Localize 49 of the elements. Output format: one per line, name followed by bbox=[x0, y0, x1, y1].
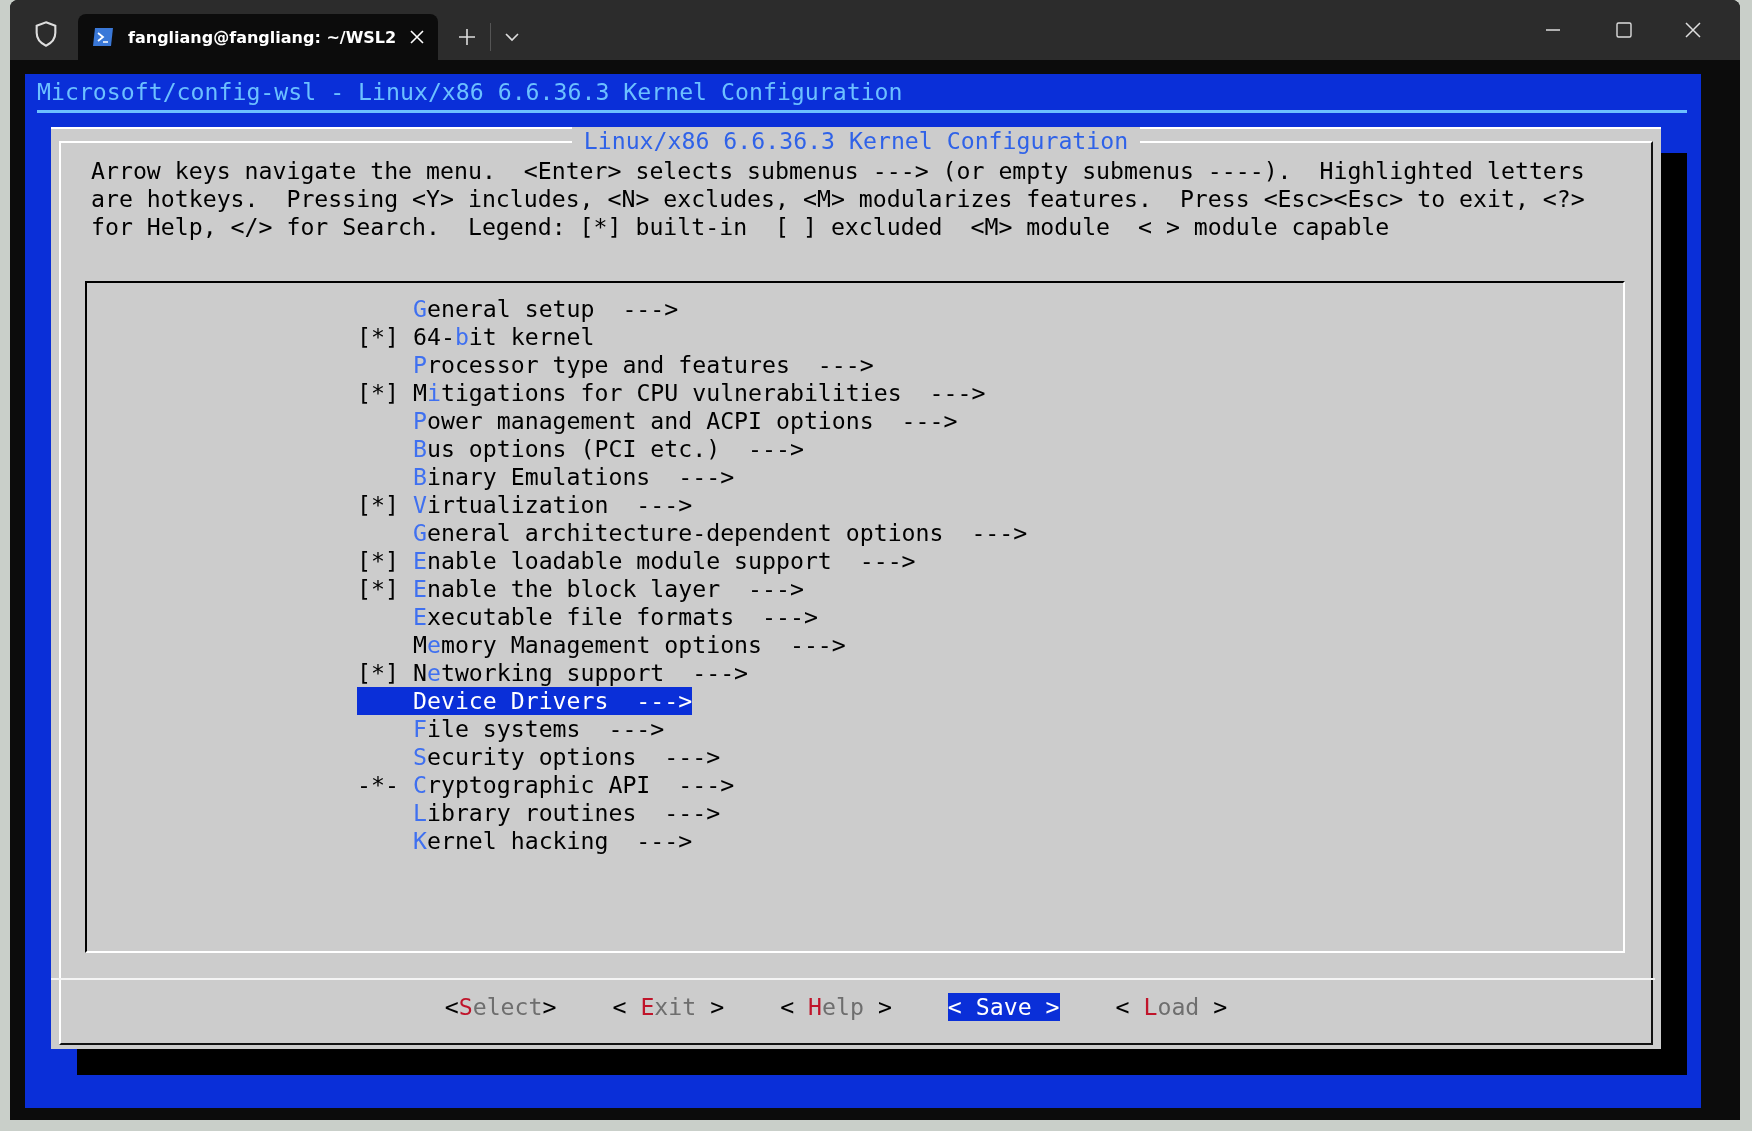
menu-item-label: General setup ---> bbox=[413, 295, 679, 323]
option-marker: [*] bbox=[357, 323, 399, 350]
menu-item-label: File systems ---> bbox=[413, 715, 665, 743]
chevron-down-icon[interactable] bbox=[505, 32, 520, 42]
menu-item-label: Networking support ---> bbox=[413, 659, 749, 687]
menu-item-label: Library routines ---> bbox=[413, 799, 721, 827]
menu-item[interactable]: [*] Virtualization ---> bbox=[357, 491, 693, 519]
plus-icon[interactable] bbox=[458, 28, 477, 46]
menu-item[interactable]: -*- C ryptographic API ---> bbox=[357, 771, 735, 799]
menu-item[interactable]: [*] Mitigations for CPU vulnerabilities ---> bbox=[357, 379, 986, 407]
help-text: Arrow keys navigate the menu. <Enter> selects submenus ---> (or empty submenus ----). Highlighted letters bbox=[91, 157, 1585, 185]
help-text: are hotkeys. Pressing <Y> includes, <N> excludes, <M> modularizes features. Press <Esc><Esc> to exit, <?> bbox=[91, 185, 1585, 213]
menu-item[interactable]: Kernel hacking ---> bbox=[357, 827, 693, 855]
tab-title: fangliang@fangliang: ~/WSL2 bbox=[128, 27, 397, 47]
option-marker: [*] bbox=[357, 575, 399, 602]
close-icon[interactable] bbox=[410, 30, 425, 44]
menu-item[interactable]: Security options ---> bbox=[357, 743, 721, 771]
dialog-button[interactable]: < Save > bbox=[947, 993, 1060, 1021]
menu-item[interactable]: [*] Enable loadable module support ---> bbox=[357, 547, 916, 575]
screen-title: Microsoft/config-wsl - Linux/x86 6.6.36.3 Kernel Configuration bbox=[37, 77, 904, 107]
menu-item-label: Kernel hacking ---> bbox=[413, 827, 693, 855]
menu-item-label: C ryptographic API ---> bbox=[413, 771, 735, 799]
menu-item-label: Device Drivers ---> bbox=[413, 687, 693, 715]
menu-item[interactable]: Device Drivers ---> bbox=[357, 687, 693, 715]
menu-item-label: Enable loadable module support ---> bbox=[413, 547, 916, 575]
menu-item[interactable]: [*] 64-bit kernel bbox=[357, 323, 595, 351]
menu-item-label: Enable the block layer ---> bbox=[413, 575, 804, 603]
option-marker: [*] bbox=[357, 491, 399, 518]
option-marker: [*] bbox=[357, 547, 399, 574]
menu-item-label: Virtualization ---> bbox=[413, 491, 693, 519]
dialog-title: Linux/x86 6.6.36.3 Kernel Configuration bbox=[571, 127, 1141, 154]
dialog-button[interactable]: < Exit > bbox=[612, 993, 725, 1021]
menu-item[interactable]: [*] Enable the block layer ---> bbox=[357, 575, 804, 603]
menu-item-label: Security options ---> bbox=[413, 743, 721, 771]
menu-item[interactable]: File systems ---> bbox=[357, 715, 665, 743]
terminal-icon bbox=[92, 27, 114, 47]
option-marker: -*- bbox=[357, 771, 399, 798]
menu-item[interactable]: [*] Networking support ---> bbox=[357, 659, 749, 687]
menu-item-label: Mitigations for CPU vulnerabilities ---> bbox=[413, 379, 986, 407]
dialog-button[interactable]: <Select> bbox=[444, 993, 557, 1021]
terminal-tab[interactable]: fangliang@fangliang: ~/WSL2 bbox=[78, 14, 439, 60]
dialog-button[interactable]: < Help > bbox=[780, 993, 892, 1021]
menu-item[interactable]: General setup ---> bbox=[357, 295, 679, 323]
help-text: for Help, </> for Search. Legend: [*] built-in [ ] excluded <M> module < > module capable bbox=[91, 213, 1391, 241]
dialog-button[interactable]: < Load > bbox=[1115, 993, 1228, 1021]
menu-item-label: 64-bit kernel bbox=[413, 323, 595, 351]
option-marker: [*] bbox=[357, 379, 399, 406]
menu-item[interactable]: Library routines ---> bbox=[357, 799, 721, 827]
option-marker: [*] bbox=[357, 659, 399, 686]
